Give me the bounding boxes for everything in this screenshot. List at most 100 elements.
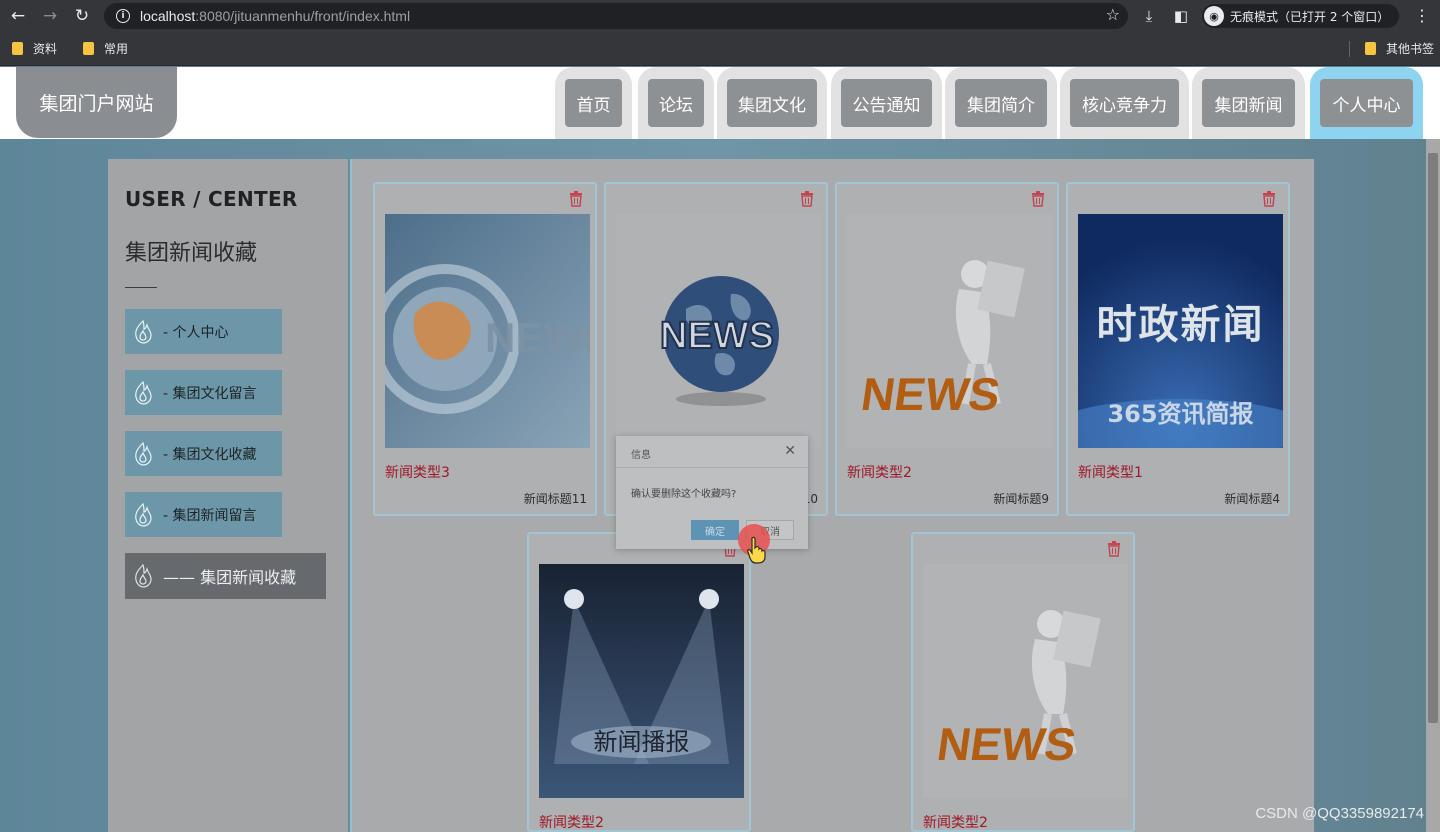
nav-tab-competitiveness[interactable]: 核心竞争力 — [1060, 67, 1189, 139]
favorite-card[interactable]: NEWS 新闻类型2 — [911, 532, 1135, 832]
favorite-card[interactable]: 新闻播报 新闻类型2 — [527, 532, 751, 832]
news-thumbnail[interactable]: 新闻播报 — [539, 564, 744, 798]
sidebar-item-culture-favorites[interactable]: - 集团文化收藏 — [125, 431, 282, 476]
news-thumbnail[interactable]: 时政新闻 365资讯简报 — [1078, 214, 1283, 448]
news-image — [539, 564, 744, 798]
svg-text:NEWS: NEWS — [660, 315, 774, 357]
bookmarks-bar: 资料 常用 其他书签 — [0, 32, 1440, 66]
url-host: localhost — [140, 8, 196, 24]
nav-tab-user-center[interactable]: 个人中心 — [1310, 67, 1423, 139]
favorite-card[interactable]: NEWS 新闻类型3 新闻标题11 — [373, 182, 597, 516]
sidebar-item-label: - 集团文化收藏 — [163, 446, 257, 463]
close-icon[interactable]: ✕ — [784, 443, 796, 459]
nav-tab-about[interactable]: 集团简介 — [945, 67, 1057, 139]
scrollbar-thumb[interactable] — [1428, 153, 1438, 723]
image-caption: 时政新闻 — [1096, 302, 1265, 348]
svg-text:NEWS: NEWS — [485, 314, 590, 361]
news-thumbnail[interactable]: NEWS — [385, 214, 590, 448]
forward-icon[interactable]: → — [36, 2, 64, 30]
dialog-title: 信息 — [631, 450, 651, 461]
nav-tab-label: 核心竞争力 — [1070, 79, 1179, 127]
news-type: 新闻类型2 — [539, 815, 604, 831]
news-thumbnail[interactable]: NEWS — [847, 214, 1052, 448]
sidebar-item-culture-comments[interactable]: - 集团文化留言 — [125, 370, 282, 415]
sidebar-item-news-comments[interactable]: - 集团新闻留言 — [125, 492, 282, 537]
trash-icon[interactable] — [1107, 541, 1121, 557]
nav-tab-label: 集团文化 — [727, 79, 817, 127]
news-thumbnail[interactable]: NEWS — [616, 214, 821, 448]
bookmark-folder[interactable]: 常用 — [83, 40, 128, 57]
browser-menu-icon[interactable]: ⋮ — [1414, 6, 1430, 25]
nav-tab-label: 论坛 — [648, 79, 704, 127]
flame-icon — [135, 380, 152, 405]
svg-text:NEWS: NEWS — [858, 368, 1003, 420]
nav-tab-news[interactable]: 集团新闻 — [1192, 67, 1305, 139]
news-image: NEWS — [847, 214, 1052, 448]
download-icon[interactable]: ⤓ — [1138, 7, 1160, 25]
url-path: :8080/jituanmenhu/front/index.html — [195, 8, 411, 24]
news-title[interactable]: 新闻标题4 — [1224, 490, 1280, 507]
confirm-button[interactable]: 确定 — [691, 520, 739, 540]
bookmarks-divider — [1349, 41, 1350, 57]
news-thumbnail[interactable]: NEWS — [923, 564, 1128, 798]
nav-tab-label: 公告通知 — [841, 79, 932, 127]
nav-tab-label: 集团简介 — [955, 79, 1047, 127]
bookmark-folder[interactable]: 资料 — [12, 40, 57, 57]
back-icon[interactable]: ← — [4, 2, 32, 30]
nav-tab-label: 个人中心 — [1320, 79, 1413, 127]
nav-tab-notices[interactable]: 公告通知 — [831, 67, 942, 139]
site-header: 集团门户网站 首页 论坛 集团文化 公告通知 集团简介 核心竞争力 集团新闻 个… — [0, 67, 1440, 139]
browser-toolbar: ← → ↻ i localhost:8080/jituanmenhu/front… — [0, 0, 1440, 32]
nav-tab-home[interactable]: 首页 — [555, 67, 632, 139]
user-center-sidebar: USER / CENTER 集团新闻收藏 - 个人中心 - 集团文化留言 - 集… — [108, 159, 348, 832]
news-image: NEWS — [923, 564, 1128, 798]
news-type: 新闻类型3 — [385, 465, 450, 481]
sidebar-item-news-favorites[interactable]: —— 集团新闻收藏 — [125, 553, 326, 599]
news-image: NEWS — [616, 214, 821, 448]
trash-icon[interactable] — [1031, 191, 1045, 207]
news-type: 新闻类型2 — [847, 465, 912, 481]
side-panel-icon[interactable]: ◧ — [1170, 7, 1192, 25]
bookmark-label: 资料 — [33, 42, 58, 56]
nav-tab-culture[interactable]: 集团文化 — [717, 67, 827, 139]
news-type: 新闻类型2 — [923, 815, 988, 831]
news-type: 新闻类型1 — [1078, 465, 1143, 481]
incognito-indicator[interactable]: ◉ 无痕模式（已打开 2 个窗口） — [1202, 4, 1400, 28]
other-bookmarks-label: 其他书签 — [1385, 42, 1434, 56]
confirm-delete-dialog: 信息 ✕ 确认要删除这个收藏吗? 确定 取消 — [616, 436, 808, 549]
address-bar[interactable]: i localhost:8080/jituanmenhu/front/index… — [104, 3, 1128, 29]
image-subcaption: 365资讯简报 — [1107, 400, 1254, 428]
folder-icon — [83, 42, 95, 55]
bookmark-star-icon[interactable]: ☆ — [1106, 5, 1120, 24]
nav-tab-label: 首页 — [565, 79, 622, 127]
dialog-message: 确认要删除这个收藏吗? — [631, 489, 737, 500]
favorite-card[interactable]: NEWS 新闻类型2 新闻标题9 — [835, 182, 1059, 516]
flame-icon — [135, 441, 152, 466]
dialog-divider — [616, 467, 808, 468]
svg-text:NEWS: NEWS — [934, 718, 1079, 770]
sidebar-subtitle: 集团新闻收藏 — [125, 241, 258, 266]
site-info-icon[interactable]: i — [116, 9, 130, 23]
news-title[interactable]: 新闻标题9 — [993, 490, 1049, 507]
page-scrollbar[interactable] — [1426, 139, 1440, 832]
hand-cursor-icon — [747, 536, 766, 564]
trash-icon[interactable] — [1262, 191, 1276, 207]
sidebar-item-profile[interactable]: - 个人中心 — [125, 309, 282, 354]
flame-icon — [135, 502, 152, 527]
favorite-card[interactable]: 时政新闻 365资讯简报 新闻类型1 新闻标题4 — [1066, 182, 1290, 516]
url-text: localhost:8080/jituanmenhu/front/index.h… — [140, 8, 410, 24]
nav-tab-forum[interactable]: 论坛 — [638, 67, 714, 139]
sidebar-item-label: - 集团新闻留言 — [163, 507, 257, 524]
incognito-icon: ◉ — [1204, 6, 1224, 26]
site-logo[interactable]: 集团门户网站 — [16, 67, 177, 138]
bookmark-label: 常用 — [104, 42, 129, 56]
other-bookmarks[interactable]: 其他书签 — [1364, 40, 1434, 57]
sidebar-item-label: - 集团文化留言 — [163, 385, 257, 402]
trash-icon[interactable] — [569, 191, 583, 207]
image-caption: 新闻播报 — [593, 728, 690, 756]
trash-icon[interactable] — [800, 191, 814, 207]
news-image: NEWS — [385, 214, 590, 448]
reload-icon[interactable]: ↻ — [68, 2, 96, 30]
folder-icon — [12, 42, 23, 55]
news-title[interactable]: 新闻标题11 — [524, 490, 587, 507]
